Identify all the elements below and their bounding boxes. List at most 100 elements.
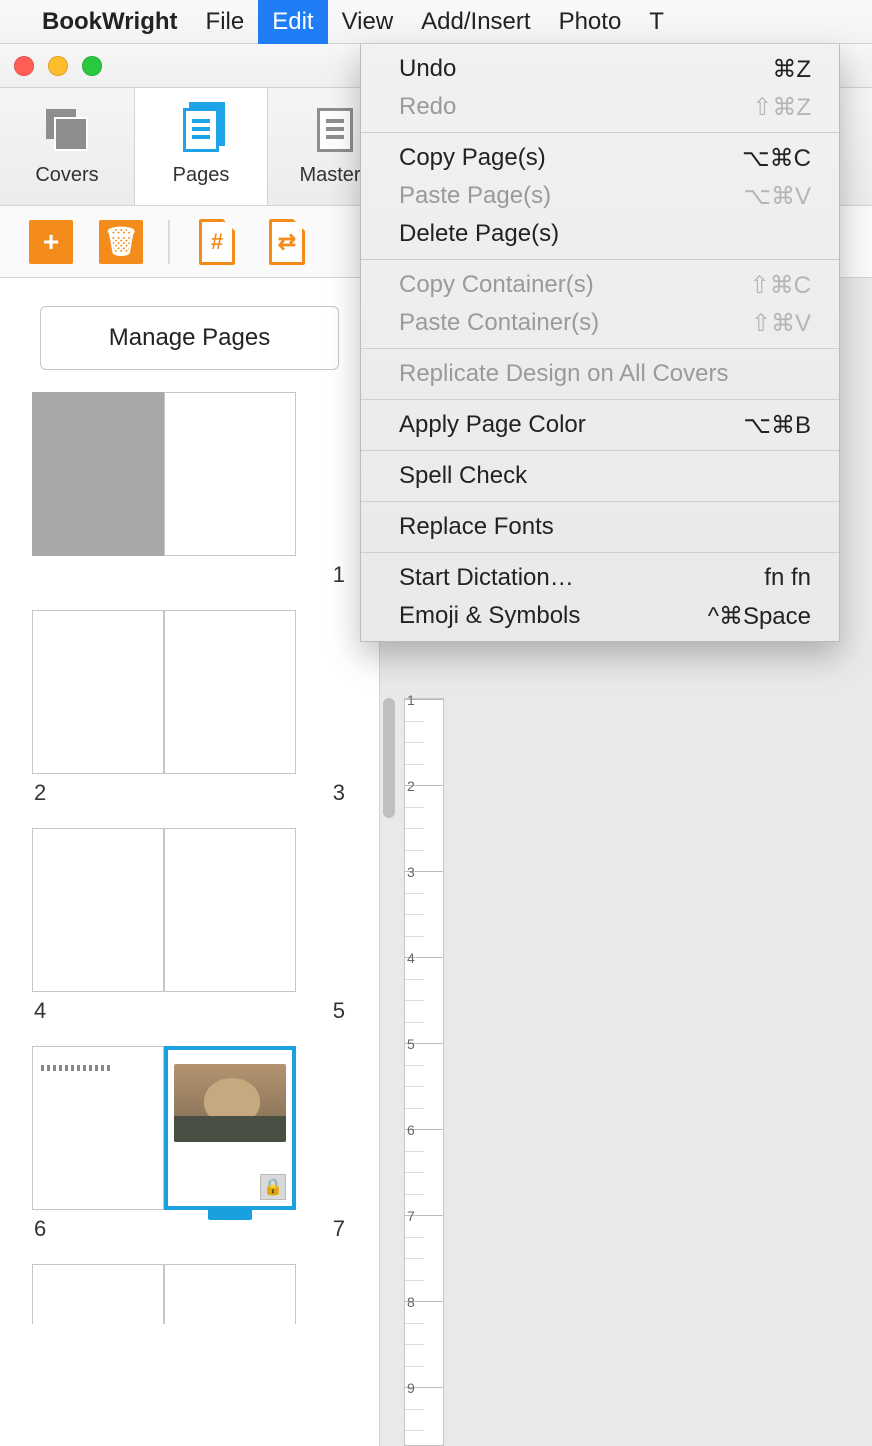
menu-item[interactable]: Start Dictation…fn fn	[361, 559, 839, 597]
page-thumb-selected[interactable]: 🔒	[164, 1046, 296, 1210]
ruler-minor-tick	[405, 764, 424, 765]
ruler-minor-tick	[405, 742, 424, 743]
menu-item: Copy Container(s)⇧⌘C	[361, 266, 839, 304]
page-number-label: 1	[333, 562, 345, 588]
mac-menubar: BookWright File Edit View Add/Insert Pho…	[0, 0, 872, 44]
page-number-label: 5	[333, 998, 345, 1024]
menu-separator	[361, 132, 839, 133]
menubar-item-truncated[interactable]: T	[635, 0, 678, 44]
menu-item[interactable]: Delete Page(s)	[361, 215, 839, 253]
menu-item-shortcut: ^⌘Space	[708, 602, 811, 631]
menu-item[interactable]: Emoji & Symbols^⌘Space	[361, 597, 839, 635]
page-thumb[interactable]	[32, 1046, 164, 1210]
vertical-scrollbar[interactable]	[380, 698, 398, 1118]
delete-page-button[interactable]: 🗑	[98, 215, 144, 269]
minimize-window-button[interactable]	[48, 56, 68, 76]
ruler-tick: 6	[405, 1129, 443, 1130]
ruler-tick-label: 1	[407, 692, 415, 708]
menu-item[interactable]: Undo ⌘Z	[361, 50, 839, 88]
page-thumb[interactable]	[164, 1264, 296, 1324]
ruler-minor-tick	[405, 1086, 424, 1087]
menu-item-shortcut: ⇧⌘V	[751, 309, 811, 338]
zoom-window-button[interactable]	[82, 56, 102, 76]
menu-item-shortcut: ⌥⌘B	[743, 411, 811, 440]
ruler-minor-tick	[405, 1258, 424, 1259]
ruler-minor-tick	[405, 1172, 424, 1173]
photo-thumbnail	[174, 1064, 286, 1142]
page-thumb[interactable]	[32, 610, 164, 774]
lock-icon: 🔒	[260, 1174, 286, 1200]
menu-item[interactable]: Apply Page Color⌥⌘B	[361, 406, 839, 444]
page-number-label: 7	[333, 1216, 345, 1242]
page-number-label: 6	[34, 1216, 46, 1242]
menu-item[interactable]: Replace Fonts	[361, 508, 839, 546]
page-thumb[interactable]	[164, 828, 296, 992]
page-thumb[interactable]	[164, 610, 296, 774]
ruler-tick: 8	[405, 1301, 443, 1302]
menu-item: Paste Page(s) ⌥⌘V	[361, 177, 839, 215]
menu-item[interactable]: Spell Check	[361, 457, 839, 495]
toolbar-separator	[168, 220, 170, 264]
ruler-tick: 9	[405, 1387, 443, 1388]
menu-item-label: Paste Page(s)	[399, 182, 551, 210]
ruler-minor-tick	[405, 979, 424, 980]
menu-item: Replicate Design on All Covers	[361, 355, 839, 393]
menu-separator	[361, 259, 839, 260]
menu-item-label: Undo	[399, 55, 456, 83]
menu-item-shortcut: ⌥⌘C	[742, 144, 811, 173]
manage-pages-button[interactable]: Manage Pages	[40, 306, 339, 370]
menu-separator	[361, 348, 839, 349]
menu-item-label: Copy Container(s)	[399, 271, 594, 299]
menubar-item-edit[interactable]: Edit	[258, 0, 327, 44]
menubar-item-file[interactable]: File	[192, 0, 259, 44]
page-spread[interactable]	[32, 392, 347, 556]
scrollbar-thumb[interactable]	[383, 698, 395, 818]
tab-pages[interactable]: Pages	[134, 88, 268, 205]
page-spread[interactable]	[32, 610, 347, 774]
page-swap-button[interactable]: ⇄	[264, 215, 310, 269]
menubar-item-view[interactable]: View	[328, 0, 408, 44]
ruler-tick-label: 2	[407, 778, 415, 794]
menu-item[interactable]: Copy Page(s)⌥⌘C	[361, 139, 839, 177]
menu-item: Paste Container(s) ⇧⌘V	[361, 304, 839, 342]
trash-icon: 🗑	[99, 220, 143, 264]
menu-item-shortcut: ⇧⌘Z	[752, 93, 811, 122]
menu-item-label: Replace Fonts	[399, 513, 554, 541]
menu-item-shortcut: fn fn	[764, 564, 811, 592]
page-numbers: 2 3	[34, 780, 345, 806]
menu-item-shortcut: ⌘Z	[772, 55, 811, 84]
add-page-button[interactable]: +	[28, 215, 74, 269]
ruler-minor-tick	[405, 1280, 424, 1281]
text-placeholder-icon	[41, 1065, 111, 1071]
page-spread[interactable]	[32, 828, 347, 992]
menu-item-label: Paste Container(s)	[399, 309, 599, 337]
page-thumb[interactable]	[32, 828, 164, 992]
menubar-item-add-insert[interactable]: Add/Insert	[407, 0, 544, 44]
page-number-label: 2	[34, 780, 46, 806]
ruler-minor-tick	[405, 807, 424, 808]
page-numbers: 1	[34, 562, 345, 588]
page-spread[interactable]: 🔒	[32, 1046, 347, 1210]
ruler-minor-tick	[405, 1108, 424, 1109]
page-spread[interactable]	[32, 1264, 347, 1324]
ruler-minor-tick	[405, 1430, 424, 1431]
pages-panel: Manage Pages 1 2 3	[0, 278, 380, 1446]
ruler-tick-label: 4	[407, 950, 415, 966]
edit-menu-dropdown: Undo⌘ZRedo⇧⌘ZCopy Page(s)⌥⌘CPaste Page(s…	[360, 44, 840, 642]
page-thumb[interactable]	[32, 1264, 164, 1324]
ruler-tick: 2	[405, 785, 443, 786]
page-thumb[interactable]	[32, 392, 164, 556]
menu-item-label: Delete Page(s)	[399, 220, 559, 248]
ruler-minor-tick	[405, 721, 424, 722]
tab-covers[interactable]: Covers	[0, 88, 134, 205]
ruler-tick: 5	[405, 1043, 443, 1044]
ruler-tick-label: 8	[407, 1294, 415, 1310]
ruler-minor-tick	[405, 1237, 424, 1238]
ruler-tick-label: 3	[407, 864, 415, 880]
page-thumb[interactable]	[164, 392, 296, 556]
page-number-button[interactable]: #	[194, 215, 240, 269]
menu-item-shortcut: ⌥⌘V	[743, 182, 811, 211]
close-window-button[interactable]	[14, 56, 34, 76]
menubar-item-photo[interactable]: Photo	[545, 0, 636, 44]
app-name[interactable]: BookWright	[28, 8, 192, 36]
